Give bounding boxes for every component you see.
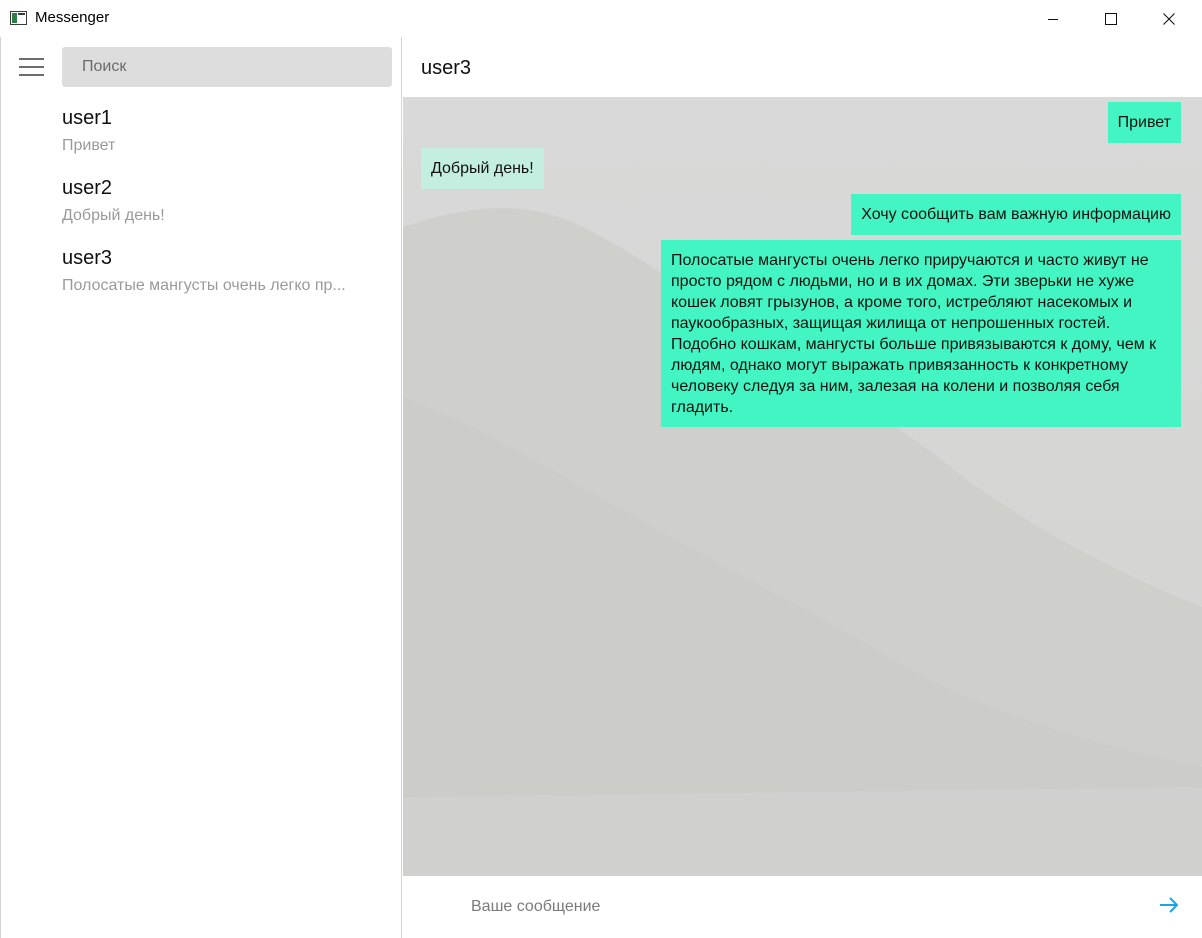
contact-item-user3[interactable]: user3 Полосатые мангусты очень легко пр.… <box>1 247 401 317</box>
message-input[interactable] <box>455 886 1135 928</box>
close-icon <box>1163 12 1175 25</box>
minimize-button[interactable] <box>1024 0 1082 37</box>
contact-preview: Привет <box>62 137 116 154</box>
contact-item-user1[interactable]: user1 Привет <box>1 107 401 177</box>
message-composer <box>403 876 1202 938</box>
contact-preview: Добрый день! <box>62 207 165 224</box>
maximize-button[interactable] <box>1082 0 1140 37</box>
contact-name: user2 <box>62 177 113 199</box>
sidebar: user1 Привет user2 Добрый день! user3 По… <box>0 37 402 938</box>
send-button[interactable] <box>1158 896 1182 918</box>
message-bubble-outgoing: Хочу сообщить вам важную информацию <box>851 194 1181 235</box>
message-list[interactable]: Привет Добрый день! Хочу сообщить вам ва… <box>403 97 1202 876</box>
contact-name: user1 <box>62 107 113 129</box>
hamburger-line <box>19 74 44 76</box>
maximize-icon <box>1105 12 1117 25</box>
contact-preview: Полосатые мангусты очень легко пр... <box>62 277 346 294</box>
hamburger-line <box>19 58 44 60</box>
message-bubble-outgoing: Привет <box>1107 102 1181 143</box>
close-button[interactable] <box>1140 0 1198 37</box>
search-input[interactable] <box>62 47 392 87</box>
chat-header: user3 <box>403 37 1202 97</box>
hamburger-icon[interactable] <box>19 57 45 77</box>
title-bar: Messenger <box>0 0 1202 37</box>
message-bubble-incoming: Добрый день! <box>421 148 544 189</box>
minimize-icon <box>1048 18 1058 20</box>
chat-title: user3 <box>421 57 472 79</box>
contact-name: user3 <box>62 247 113 269</box>
message-bubble-outgoing: Полосатые мангусты очень легко приручают… <box>661 240 1181 427</box>
hamburger-line <box>19 66 44 68</box>
app-icon <box>10 11 27 25</box>
arrow-right-icon <box>1160 897 1179 913</box>
window-title: Messenger <box>35 9 110 26</box>
contact-item-user2[interactable]: user2 Добрый день! <box>1 177 401 247</box>
